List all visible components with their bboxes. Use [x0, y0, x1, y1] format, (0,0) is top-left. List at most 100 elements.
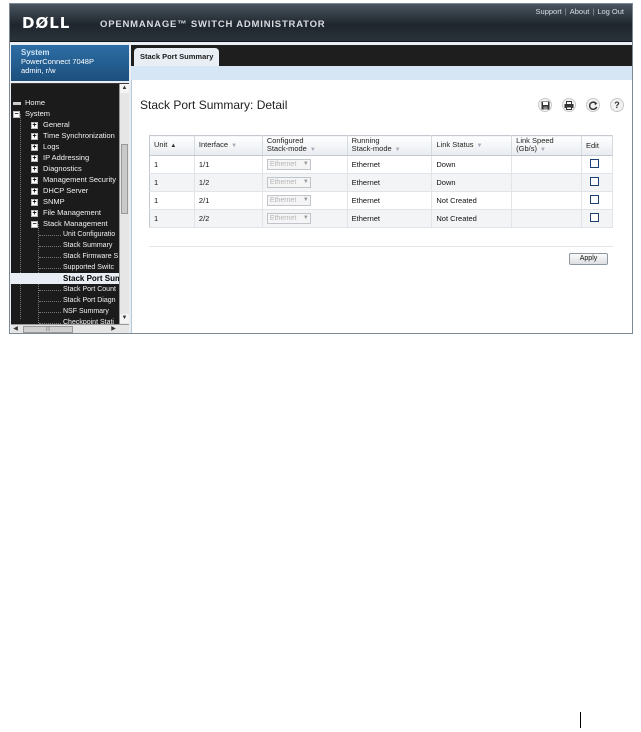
- scroll-down-icon[interactable]: ▼: [120, 314, 129, 323]
- select-value: Ethernet: [269, 215, 297, 222]
- expand-icon[interactable]: +: [31, 176, 38, 184]
- scroll-thumb-horizontal[interactable]: |||: [23, 326, 73, 333]
- expand-icon[interactable]: +: [31, 198, 38, 206]
- edit-checkbox[interactable]: [590, 177, 599, 186]
- chevron-down-icon: ▼: [302, 161, 309, 167]
- edit-checkbox[interactable]: [590, 159, 599, 168]
- sort-desc-icon: ▼: [231, 143, 238, 149]
- nav-item-label: Stack Port Count: [63, 286, 116, 293]
- link-separator: |: [564, 7, 567, 16]
- column-header-interface[interactable]: Interface ▼: [194, 135, 263, 156]
- nav-item[interactable]: + General: [31, 119, 70, 130]
- expand-icon[interactable]: +: [31, 209, 38, 217]
- refresh-button[interactable]: [586, 98, 600, 112]
- edit-checkbox[interactable]: [590, 195, 599, 204]
- nav-horizontal-scrollbar[interactable]: ◀ ||| ▶: [11, 324, 129, 333]
- column-header-link-status[interactable]: Link Status ▼: [431, 135, 513, 156]
- table-row: 1 1/1 Ethernet ▼ Ethernet Down: [149, 155, 613, 174]
- user-info: admin, r/w: [21, 66, 56, 75]
- column-header-label: Link Speed (Gb/s): [516, 136, 554, 153]
- nav-item-label: Management Security: [43, 175, 116, 184]
- nav-item[interactable]: + Time Synchronization: [31, 130, 115, 141]
- support-link[interactable]: Support: [536, 7, 562, 16]
- table-header-row: Unit ▲ Interface ▼ Configured Stack-mode ▼ …: [149, 135, 613, 156]
- column-header-unit[interactable]: Unit ▲: [149, 135, 195, 156]
- edit-checkbox[interactable]: [590, 213, 599, 222]
- expand-icon[interactable]: +: [31, 121, 38, 129]
- scroll-up-icon[interactable]: ▲: [120, 84, 129, 93]
- nav-item[interactable]: Stack Firmware S: [63, 251, 118, 262]
- expand-icon[interactable]: +: [31, 154, 38, 162]
- nav-item[interactable]: Stack Port Count: [63, 284, 116, 295]
- expand-icon[interactable]: +: [31, 165, 38, 173]
- column-header-link-speed[interactable]: Link Speed (Gb/s) ▼: [511, 135, 582, 156]
- system-title[interactable]: System: [21, 48, 129, 57]
- stack-port-table: Unit ▲ Interface ▼ Configured Stack-mode ▼ …: [149, 135, 613, 228]
- column-header-label: Running Stack-mode: [351, 136, 392, 153]
- divider: [149, 246, 613, 247]
- nav-item[interactable]: Home: [13, 97, 45, 108]
- stack-mode-select[interactable]: Ethernet ▼: [266, 159, 311, 170]
- nav-item[interactable]: Supported Switc: [63, 262, 114, 273]
- cell-running-stack-mode: Ethernet: [347, 209, 433, 228]
- nav-item[interactable]: Stack Port Diagn: [63, 295, 116, 306]
- nav-item-selected[interactable]: Stack Port Sum: [11, 273, 119, 284]
- nav-item[interactable]: − Stack Management: [31, 218, 108, 229]
- nav-item[interactable]: + DHCP Server: [31, 185, 88, 196]
- help-button[interactable]: ?: [610, 98, 624, 112]
- nav-item[interactable]: NSF Summary: [63, 306, 109, 317]
- cell-edit: [581, 173, 613, 192]
- save-button[interactable]: [538, 98, 552, 112]
- nav-item-label: Logs: [43, 142, 60, 151]
- stack-mode-select[interactable]: Ethernet ▼: [266, 195, 311, 206]
- nav-item[interactable]: + IP Addressing: [31, 152, 89, 163]
- apply-button[interactable]: Apply: [569, 253, 608, 265]
- logout-link[interactable]: Log Out: [597, 7, 624, 16]
- column-header-running-stack-mode[interactable]: Running Stack-mode ▼: [347, 135, 433, 156]
- nav-item-label: NSF Summary: [63, 308, 109, 315]
- product-title: OPENMANAGE™ SWITCH ADMINISTRATOR: [100, 19, 326, 30]
- stack-mode-select[interactable]: Ethernet ▼: [266, 213, 311, 224]
- nav-item-label: DHCP Server: [43, 186, 89, 195]
- expand-icon[interactable]: +: [31, 187, 38, 195]
- nav-item-label: System: [25, 109, 51, 118]
- nav-item[interactable]: + SNMP: [31, 196, 65, 207]
- cell-running-stack-mode: Ethernet: [347, 173, 433, 192]
- collapse-icon[interactable]: −: [31, 220, 38, 228]
- tab-stack-port-summary[interactable]: Stack Port Summary: [134, 48, 220, 66]
- tree-connector: [39, 257, 61, 258]
- tree-connector: [39, 312, 61, 313]
- tree-connector: [39, 235, 61, 236]
- scroll-thumb[interactable]: [121, 144, 128, 214]
- nav-item[interactable]: Stack Summary: [63, 240, 112, 251]
- nav-item[interactable]: + Management Security: [31, 174, 116, 185]
- nav-item-label: Stack Summary: [63, 242, 113, 249]
- nav-item[interactable]: Unit Configuratio: [63, 229, 115, 240]
- expand-icon[interactable]: +: [31, 132, 38, 140]
- nav-item[interactable]: + Logs: [31, 141, 59, 152]
- scroll-left-icon[interactable]: ◀: [11, 325, 20, 333]
- help-icon: ?: [614, 100, 620, 110]
- tree-connector: [20, 114, 21, 319]
- nav-item[interactable]: Checkpoint Stati: [63, 317, 114, 324]
- stack-mode-select[interactable]: Ethernet ▼: [266, 177, 311, 188]
- scroll-right-icon[interactable]: ▶: [109, 325, 118, 333]
- nav-item[interactable]: + Diagnostics: [31, 163, 82, 174]
- select-value: Ethernet: [269, 161, 297, 168]
- nav-item-label: Stack Management: [43, 219, 108, 228]
- collapse-icon[interactable]: −: [13, 110, 20, 118]
- sort-desc-icon: ▼: [540, 147, 546, 153]
- about-link[interactable]: About: [570, 7, 590, 16]
- select-value: Ethernet: [269, 197, 297, 204]
- nav-item[interactable]: + File Management: [31, 207, 101, 218]
- table-row: 1 2/2 Ethernet ▼ Ethernet Not Created: [149, 209, 613, 228]
- expand-icon[interactable]: +: [31, 143, 38, 151]
- content-panel: Stack Port Summary: Detail ? Unit ▲ Inter…: [131, 80, 632, 333]
- nav-item[interactable]: − System: [13, 108, 50, 119]
- print-button[interactable]: [562, 98, 576, 112]
- cell-link-speed: [511, 155, 582, 174]
- nav-item-label: Diagnostics: [43, 164, 82, 173]
- column-header-configured-stack-mode[interactable]: Configured Stack-mode ▼: [262, 135, 348, 156]
- cell-unit: 1: [149, 155, 195, 174]
- nav-vertical-scrollbar[interactable]: ▲ ▼: [119, 84, 129, 324]
